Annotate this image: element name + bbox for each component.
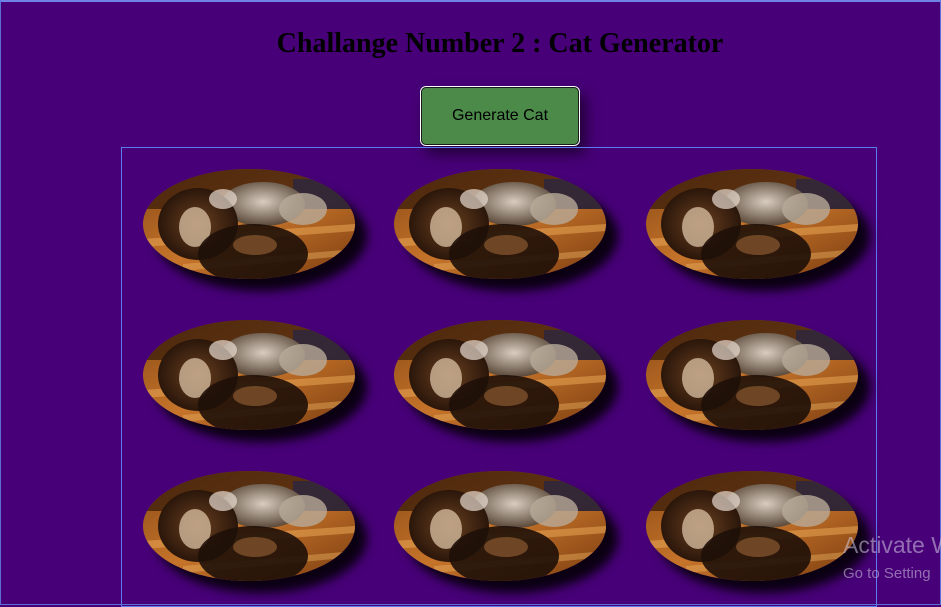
windows-activation-watermark: Activate W Go to Setting [843, 532, 941, 582]
generate-cat-button[interactable]: Generate Cat [420, 86, 580, 146]
cat-image [646, 169, 858, 279]
watermark-subtitle: Go to Setting [843, 565, 931, 582]
cat-image [143, 471, 355, 581]
cat-image [646, 471, 858, 581]
cat-image [143, 320, 355, 430]
cat-image [394, 471, 606, 581]
cat-image [394, 169, 606, 279]
cat-image [143, 169, 355, 279]
cat-flex-box [121, 147, 877, 607]
cat-image [646, 320, 858, 430]
page-title: Challange Number 2 : Cat Generator [276, 28, 724, 59]
cat-image [394, 320, 606, 430]
watermark-title: Activate W [843, 532, 941, 558]
